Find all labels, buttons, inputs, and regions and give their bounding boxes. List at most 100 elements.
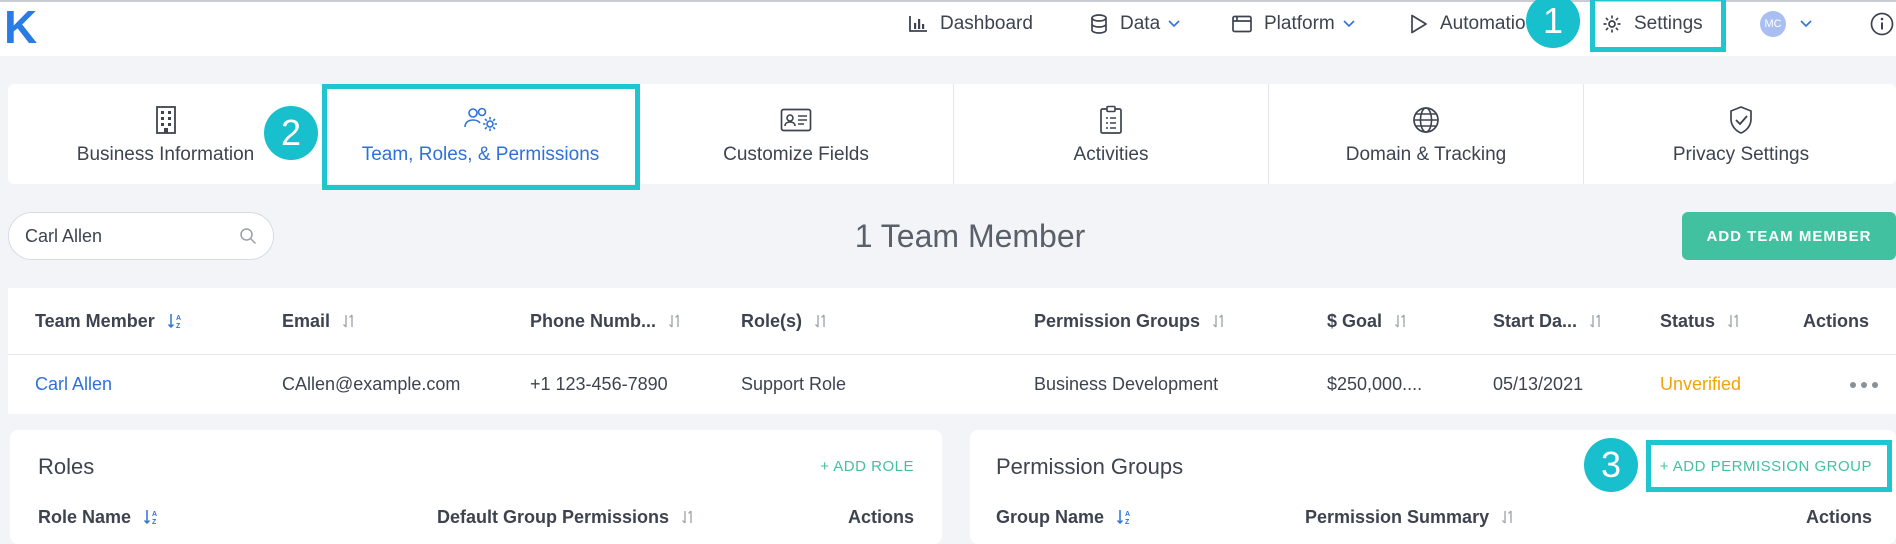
row-actions-menu[interactable] xyxy=(1850,355,1878,414)
status-badge: Unverified xyxy=(1660,374,1742,394)
column-header-permission-summary[interactable]: Permission Summary xyxy=(1305,504,1515,530)
tab-domain-tracking[interactable]: Domain & Tracking xyxy=(1268,84,1583,184)
sort-icon[interactable] xyxy=(1727,313,1741,329)
database-icon xyxy=(1091,14,1107,34)
tab-label: Customize Fields xyxy=(723,144,869,165)
avatar: MC xyxy=(1760,11,1786,37)
header-label: Team Member xyxy=(35,310,155,331)
nav-data-label: Data xyxy=(1120,13,1161,34)
column-header-group-name[interactable]: Group Name AZ xyxy=(996,504,1132,530)
header-label: Permission Groups xyxy=(1034,310,1201,331)
column-header-roles[interactable]: Role(s) xyxy=(741,288,828,354)
tab-label: Privacy Settings xyxy=(1672,144,1810,165)
tab-privacy-settings[interactable]: Privacy Settings xyxy=(1583,84,1896,184)
sort-icon[interactable] xyxy=(342,313,356,329)
svg-text:Z: Z xyxy=(176,323,181,330)
sort-icon[interactable] xyxy=(1394,313,1408,329)
header-label: Group Name xyxy=(996,506,1105,527)
column-header-actions: Actions xyxy=(848,504,914,530)
header-label: Phone Numb... xyxy=(530,310,656,331)
sort-az-icon[interactable]: AZ xyxy=(1116,508,1132,526)
highlight-box-settings xyxy=(1590,0,1726,52)
sort-icon[interactable] xyxy=(681,509,695,525)
add-role-button[interactable]: + ADD ROLE xyxy=(820,458,914,475)
clipboard-icon xyxy=(1100,105,1122,134)
search-input[interactable]: Carl Allen xyxy=(8,212,274,260)
svg-text:Z: Z xyxy=(1125,519,1130,526)
play-icon xyxy=(1411,14,1427,34)
tab-label: Domain & Tracking xyxy=(1345,144,1507,165)
column-header-actions: Actions xyxy=(1806,504,1872,530)
header-label: Email xyxy=(282,310,331,331)
sort-icon[interactable] xyxy=(668,313,682,329)
id-card-icon xyxy=(780,108,812,132)
nav-automation-label: Automatio xyxy=(1440,13,1526,34)
nav-data[interactable]: Data xyxy=(1090,10,1192,38)
sort-icon[interactable] xyxy=(1589,313,1603,329)
column-header-email[interactable]: Email xyxy=(282,288,356,354)
column-header-team-member[interactable]: Team Member AZ xyxy=(35,288,183,354)
member-role: Support Role xyxy=(741,374,847,394)
step-badge-2: 2 xyxy=(264,106,318,160)
sort-az-icon[interactable]: AZ xyxy=(143,508,159,526)
column-header-start-date[interactable]: Start Da... xyxy=(1493,288,1603,354)
header-label: Permission Summary xyxy=(1305,506,1490,527)
header-label: Status xyxy=(1660,310,1716,331)
building-icon xyxy=(155,106,176,134)
header-label: Role(s) xyxy=(741,310,803,331)
nav-dashboard-label: Dashboard xyxy=(940,13,1033,34)
info-icon xyxy=(1870,12,1894,36)
header-label: Actions xyxy=(1805,506,1872,527)
search-value: Carl Allen xyxy=(25,225,103,246)
column-header-permission-groups[interactable]: Permission Groups xyxy=(1034,288,1226,354)
add-team-member-button[interactable]: ADD TEAM MEMBER xyxy=(1682,212,1896,260)
nav-dashboard[interactable]: Dashboard xyxy=(908,10,1033,38)
header-label: Actions xyxy=(847,506,914,527)
member-name-link[interactable]: Carl Allen xyxy=(35,355,112,414)
member-goal: $250,000.... xyxy=(1327,374,1423,394)
member-start-date: 05/13/2021 xyxy=(1493,374,1584,394)
column-header-phone[interactable]: Phone Numb... xyxy=(530,288,682,354)
step-badge-3: 3 xyxy=(1584,438,1638,492)
tab-activities[interactable]: Activities xyxy=(953,84,1268,184)
shield-check-icon xyxy=(1730,106,1752,134)
column-header-status[interactable]: Status xyxy=(1660,288,1741,354)
header-label: Start Da... xyxy=(1493,310,1578,331)
column-header-role-name[interactable]: Role Name AZ xyxy=(38,504,159,530)
header-label: Default Group Permissions xyxy=(437,506,670,527)
window-icon xyxy=(1232,15,1252,33)
app-logo[interactable]: K xyxy=(4,4,37,50)
nav-platform[interactable]: Platform xyxy=(1232,10,1367,38)
tab-customize-fields[interactable]: Customize Fields xyxy=(638,84,953,184)
roles-card: Roles + ADD ROLE Role Name AZ Default Gr… xyxy=(10,430,942,544)
sort-az-icon[interactable]: AZ xyxy=(167,312,183,330)
help-button[interactable] xyxy=(1870,10,1896,38)
chevron-down-icon xyxy=(1343,20,1355,28)
team-table: Team Member AZ Email Phone Numb... Role(… xyxy=(8,288,1896,414)
nav-platform-label: Platform xyxy=(1264,13,1335,34)
chevron-down-icon xyxy=(1800,20,1812,28)
svg-text:Z: Z xyxy=(152,519,157,526)
member-email: CAllen@example.com xyxy=(282,374,461,394)
permission-groups-title: Permission Groups xyxy=(996,454,1184,479)
member-phone: +1 123-456-7890 xyxy=(530,374,668,394)
column-header-actions: Actions xyxy=(1803,288,1869,354)
member-count: 1 Team Member xyxy=(854,218,1086,254)
sort-icon[interactable] xyxy=(1212,313,1226,329)
highlight-box-team-tab xyxy=(322,84,640,190)
column-header-goal[interactable]: $ Goal xyxy=(1327,288,1408,354)
roles-title: Roles xyxy=(38,454,95,479)
tab-label: Activities xyxy=(1073,144,1149,165)
svg-text:A: A xyxy=(176,315,181,322)
sort-icon[interactable] xyxy=(814,313,828,329)
sort-icon[interactable] xyxy=(1501,509,1515,525)
user-menu[interactable]: MC xyxy=(1760,10,1824,38)
chevron-down-icon xyxy=(1168,20,1180,28)
column-header-default-group-permissions[interactable]: Default Group Permissions xyxy=(437,504,695,530)
globe-icon xyxy=(1413,107,1439,133)
bar-chart-icon xyxy=(909,16,927,32)
header-label: Actions xyxy=(1803,310,1870,331)
nav-automation[interactable]: Automatio xyxy=(1410,10,1526,38)
svg-text:A: A xyxy=(152,511,157,518)
search-icon[interactable] xyxy=(239,227,257,245)
